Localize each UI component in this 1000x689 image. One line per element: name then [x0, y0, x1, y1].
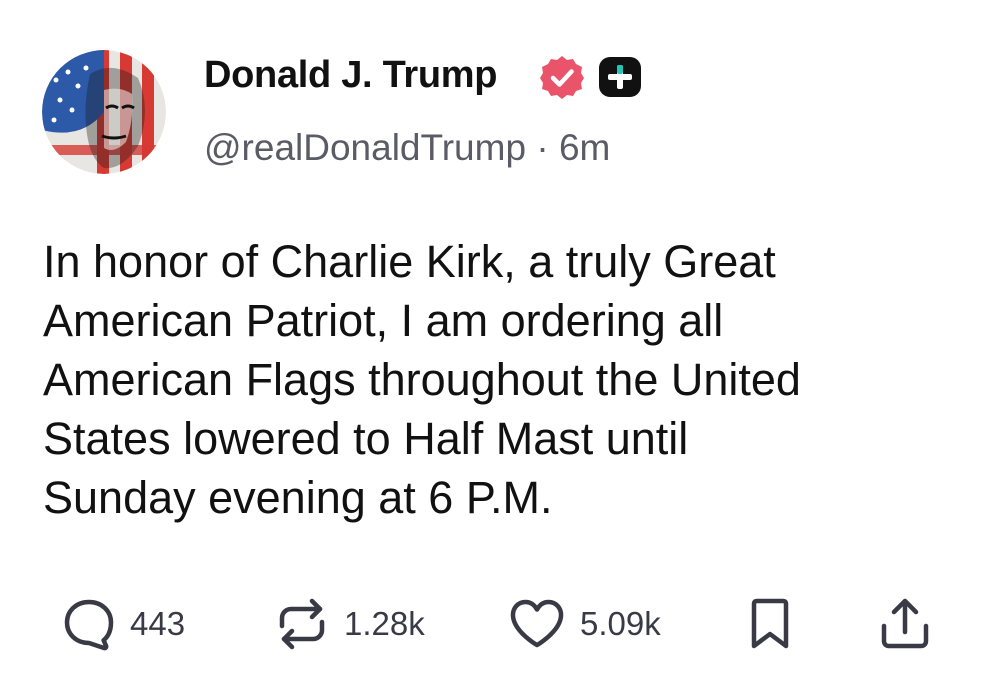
post-time[interactable]: 6m [559, 127, 610, 168]
share-button[interactable] [877, 596, 933, 652]
bookmark-button[interactable] [745, 596, 795, 652]
reply-button[interactable]: 443 [62, 596, 185, 652]
post-body-line: Sunday evening at 6 P.M. [43, 472, 553, 523]
repost-button[interactable]: 1.28k [274, 596, 425, 652]
post-body: In honor of Charlie Kirk, a truly Great … [43, 232, 943, 527]
post-card: Donald J. Trump @realDonaldTrump · 6m In… [0, 0, 1000, 689]
verified-badge-icon [540, 56, 584, 99]
plus-badge-icon [599, 57, 641, 97]
like-count: 5.09k [580, 605, 661, 642]
bookmark-icon [751, 598, 789, 649]
repost-arrows-icon [279, 598, 325, 650]
repost-count: 1.28k [344, 605, 425, 642]
heart-icon [510, 599, 564, 648]
avatar-flag-portrait-icon [42, 50, 166, 174]
post-body-line: In honor of Charlie Kirk, a truly Great [43, 236, 776, 287]
author-handle[interactable]: @realDonaldTrump [204, 127, 526, 168]
reply-count: 443 [130, 605, 186, 642]
meta-separator: · [536, 127, 549, 168]
post-body-line: States lowered to Half Mast until [43, 413, 689, 464]
like-button[interactable]: 5.09k [508, 596, 661, 652]
avatar[interactable] [42, 50, 166, 174]
author-name[interactable]: Donald J. Trump [204, 50, 498, 100]
share-upload-icon [881, 598, 929, 649]
post-body-line: American Patriot, I am ordering all [43, 295, 724, 346]
post-body-line: American Flags throughout the United [43, 354, 801, 405]
speech-bubble-icon [64, 599, 114, 651]
author-handle-line: @realDonaldTrump · 6m [204, 124, 610, 172]
